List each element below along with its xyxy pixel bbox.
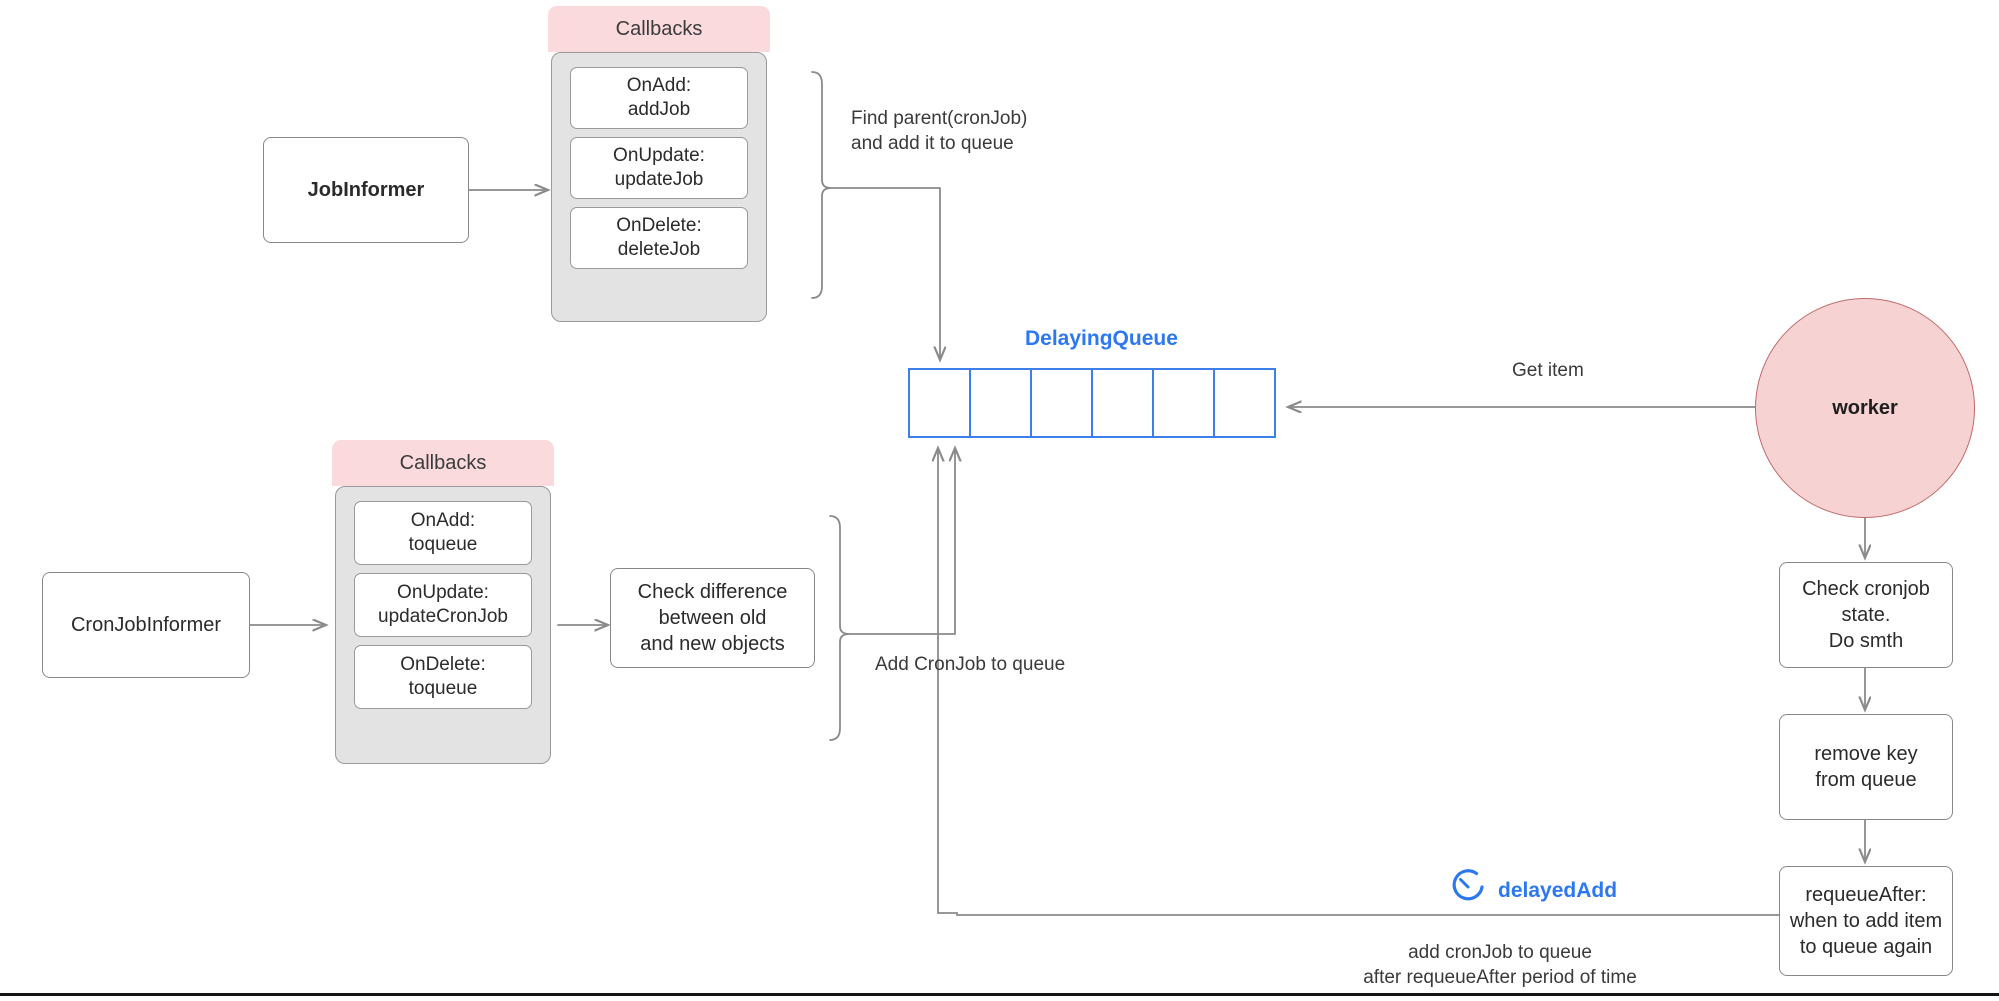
cronjobinformer-label: CronJobInformer [70, 614, 222, 636]
job-callbacks-body: OnAdd: addJob OnUpdate: updateJob OnDele… [551, 52, 767, 322]
delayed-add-caption: add cronJob to queue after requeueAfter … [1363, 942, 1637, 989]
cronjob-callback-onupdate-label: OnUpdate: updateCronJob [378, 582, 508, 627]
queue-cell[interactable] [1030, 368, 1093, 438]
queue-cell[interactable] [908, 368, 971, 438]
cronjob-callbacks-body: OnAdd: toqueue OnUpdate: updateCronJob O… [335, 486, 551, 764]
check-cronjob-state-box[interactable]: Check cronjob state. Do smth [1779, 562, 1953, 668]
delayed-add-label: delayedAdd [1498, 879, 1618, 902]
arrow-add-cronjob-to-queue [848, 448, 955, 635]
job-callback-onadd[interactable]: OnAdd: addJob [570, 67, 748, 129]
job-callbacks-title: Callbacks [615, 18, 703, 40]
diagram-canvas: JobInformer Callbacks OnAdd: addJob OnUp… [0, 0, 1999, 1001]
jobinformer-label: JobInformer [307, 179, 425, 201]
cronjob-callbacks-title: Callbacks [399, 452, 487, 474]
queue-cell[interactable] [969, 368, 1032, 438]
brace-cronjob-callbacks [829, 515, 850, 741]
cronjob-callback-onadd[interactable]: OnAdd: toqueue [354, 501, 532, 565]
footer-divider [0, 993, 1999, 996]
cronjob-callbacks-header: Callbacks [332, 440, 554, 486]
timer-clock-icon [1452, 869, 1484, 901]
check-difference-box[interactable]: Check difference between old and new obj… [610, 568, 815, 668]
get-item-label: Get item [1512, 360, 1584, 381]
job-callback-ondelete-label: OnDelete: deleteJob [616, 215, 702, 260]
queue-cell[interactable] [1213, 368, 1276, 438]
worker-label: worker [1832, 396, 1898, 419]
remove-key-box[interactable]: remove key from queue [1779, 714, 1953, 820]
remove-key-label: remove key from queue [1814, 743, 1918, 791]
worker-node[interactable]: worker [1755, 298, 1975, 518]
brace-job-callbacks [811, 71, 832, 299]
job-callback-onadd-label: OnAdd: addJob [626, 75, 692, 120]
queue-cell[interactable] [1152, 368, 1215, 438]
job-callback-ondelete[interactable]: OnDelete: deleteJob [570, 207, 748, 269]
delaying-queue[interactable] [908, 368, 1278, 438]
add-cronjob-to-queue-label: Add CronJob to queue [875, 654, 1066, 675]
delayingqueue-title: DelayingQueue [1025, 327, 1178, 350]
queue-cell[interactable] [1091, 368, 1154, 438]
cronjob-callback-onupdate[interactable]: OnUpdate: updateCronJob [354, 573, 532, 637]
requeue-after-label: requeueAfter: when to add item to queue … [1789, 884, 1943, 958]
requeue-after-box[interactable]: requeueAfter: when to add item to queue … [1779, 866, 1953, 976]
jobinformer-box[interactable]: JobInformer [263, 137, 469, 243]
job-callback-onupdate[interactable]: OnUpdate: updateJob [570, 137, 748, 199]
arrow-find-parent-to-queue [830, 187, 940, 360]
job-callbacks-header: Callbacks [548, 6, 770, 52]
check-difference-label: Check difference between old and new obj… [637, 581, 788, 655]
cronjob-callback-ondelete[interactable]: OnDelete: toqueue [354, 645, 532, 709]
cronjob-callback-onadd-label: OnAdd: toqueue [408, 510, 478, 555]
check-cronjob-state-label: Check cronjob state. Do smth [1802, 578, 1930, 652]
find-parent-label: Find parent(cronJob) and add it to queue [851, 108, 1028, 155]
cronjobinformer-box[interactable]: CronJobInformer [42, 572, 250, 678]
job-callback-onupdate-label: OnUpdate: updateJob [613, 145, 705, 190]
cronjob-callback-ondelete-label: OnDelete: toqueue [400, 654, 486, 699]
